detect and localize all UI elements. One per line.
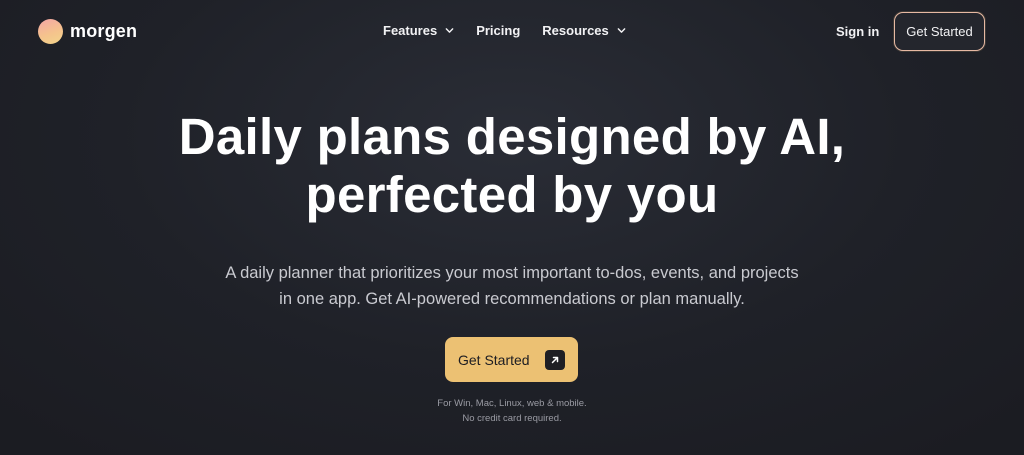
nav-item-label: Resources (542, 23, 609, 38)
nav-item-label: Pricing (476, 23, 521, 38)
nav-item-label: Features (383, 23, 438, 38)
platform-note: For Win, Mac, Linux, web & mobile. No cr… (0, 396, 1024, 426)
hero-subtitle-line1: A daily planner that prioritizes your mo… (225, 264, 799, 282)
get-started-button-nav[interactable]: Get Started (894, 12, 985, 51)
note-line1: For Win, Mac, Linux, web & mobile. (437, 398, 587, 409)
brand-name: morgen (70, 21, 138, 41)
chevron-down-icon (617, 28, 626, 33)
main-menu: Features Pricing Resources (383, 23, 626, 38)
chevron-down-icon (445, 28, 454, 33)
hero-subtitle-line2: in one app. Get AI-powered recommendatio… (279, 290, 745, 308)
hero-title-line1: Daily plans designed by AI, (178, 108, 846, 165)
hero-subtitle: A daily planner that prioritizes your mo… (0, 260, 1024, 312)
cta-label: Get Started (458, 351, 530, 368)
arrow-up-right-icon (545, 349, 565, 370)
nav-item-pricing[interactable]: Pricing (476, 23, 520, 38)
logo-icon (38, 19, 63, 44)
sign-in-link[interactable]: Sign in (836, 24, 879, 39)
nav-item-features[interactable]: Features (383, 23, 454, 38)
top-navbar: morgen Features Pricing Resources Sign i… (0, 0, 1024, 64)
get-started-button-hero[interactable]: Get Started (445, 337, 578, 382)
hero-title-line2: perfected by you (305, 166, 719, 223)
note-line2: No credit card required. (462, 413, 562, 424)
hero-title: Daily plans designed by AI, perfected by… (0, 108, 1024, 224)
nav-item-resources[interactable]: Resources (542, 23, 626, 38)
brand-logo[interactable]: morgen (38, 19, 137, 44)
